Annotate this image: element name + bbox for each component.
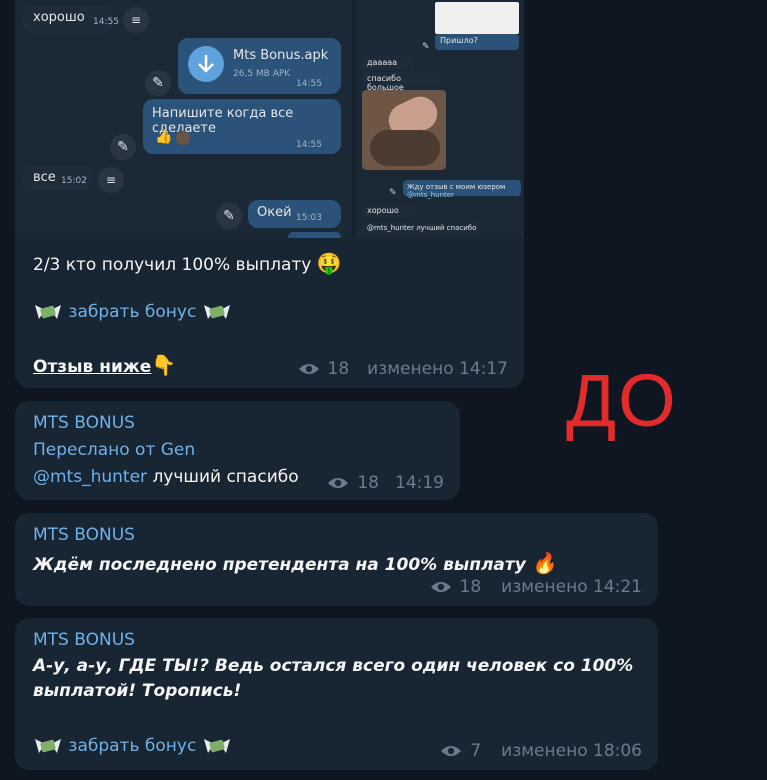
channel-post[interactable]: MTS BONUS А-у, а-у, ГДЕ ТЫ!? Ведь осталс… bbox=[15, 618, 658, 770]
menu-icon: ≡ bbox=[123, 7, 149, 33]
post-text: Ждём последнено претендента на 100% выпл… bbox=[33, 551, 557, 575]
edited-time: изменено 14:21 bbox=[501, 577, 642, 597]
post-meta: 18 14:19 bbox=[327, 473, 444, 493]
channel-post[interactable]: MTS BONUS Ждём последнено претендента на… bbox=[15, 513, 658, 606]
edited-time: изменено 14:17 bbox=[367, 359, 508, 379]
post-text: выплатой! Торопись! bbox=[33, 681, 242, 701]
post-time: 14:19 bbox=[395, 473, 444, 493]
chat-bubble: Напишите когда все сделаете 👍 14:55 bbox=[143, 99, 341, 154]
eye-icon bbox=[430, 580, 452, 594]
avatar bbox=[176, 131, 190, 145]
money-wings-icon bbox=[202, 735, 232, 757]
chat-bubble: хорошо 14:55 bbox=[23, 5, 119, 33]
chat-time: 15:03 bbox=[296, 213, 322, 223]
post-text: @mts_hunter лучший спасибо bbox=[33, 467, 299, 487]
review-link[interactable]: Отзыв ниже bbox=[33, 357, 151, 377]
thumbnail-image bbox=[435, 2, 519, 34]
channel-post[interactable]: MTS BONUS Переслано от Gen @mts_hunter л… bbox=[15, 401, 460, 500]
edited-time: изменено 18:06 bbox=[501, 741, 642, 761]
file-bubble: Mts Bonus.apk 26,5 MB APK 14:55 bbox=[178, 38, 341, 94]
post-text: 2/3 кто получил 100% выплату 🤑 bbox=[33, 251, 342, 275]
view-count: 7 bbox=[470, 741, 482, 761]
pointing-down-emoji: 👇 bbox=[151, 353, 177, 377]
bonus-link-row[interactable]: забрать бонус bbox=[33, 301, 232, 323]
chat-time: 14:55 bbox=[93, 17, 119, 27]
eye-icon bbox=[327, 476, 349, 490]
file-size: 26,5 MB APK bbox=[233, 69, 291, 79]
chat-text: Окей bbox=[257, 205, 292, 220]
chat-screenshot-right: Пришло? ✎ дааааа спасибо большое Жду отз… bbox=[356, 0, 524, 238]
money-wings-icon bbox=[33, 735, 63, 757]
overlay-label: ДО bbox=[566, 359, 678, 442]
chat-text: все bbox=[33, 170, 56, 185]
post-meta: 18 изменено 14:17 bbox=[298, 359, 508, 379]
chat-bubble: Пришло? bbox=[435, 34, 519, 50]
money-wings-icon bbox=[202, 301, 232, 323]
post-meta: 7 изменено 18:06 bbox=[440, 741, 642, 761]
chat-text: хорошо bbox=[367, 206, 399, 215]
bonus-link-row[interactable]: забрать бонус bbox=[33, 735, 232, 757]
chat-bubble: Жду отзыв с моим юзером @mts_hunter bbox=[403, 180, 521, 199]
pencil-icon: ✎ bbox=[145, 70, 171, 96]
chat-emoji: 👍 bbox=[155, 129, 173, 145]
view-count: 18 bbox=[357, 473, 379, 493]
download-icon bbox=[188, 46, 224, 82]
chat-bubble: @mts_hunter лучший спасибо bbox=[362, 222, 478, 236]
chat-bubble: хорошо bbox=[362, 204, 416, 218]
money-wings-icon bbox=[33, 301, 63, 323]
chat-text: Пришло? bbox=[440, 36, 478, 45]
chat-time: 15:02 bbox=[61, 176, 87, 186]
chat-time: 14:55 bbox=[296, 140, 322, 150]
chat-bubble: все 15:02 bbox=[23, 165, 93, 191]
chat-screenshot-left: хорошо 14:55 ≡ Mts Bonus.apk 26,5 MB APK… bbox=[15, 0, 352, 238]
menu-icon: ≡ bbox=[98, 167, 124, 193]
post-author[interactable]: MTS BONUS bbox=[33, 630, 135, 650]
file-time: 14:55 bbox=[296, 79, 322, 89]
photo-thumbnail[interactable] bbox=[362, 90, 446, 170]
post-text: А-у, а-у, ГДЕ ТЫ!? Ведь остался всего од… bbox=[33, 656, 634, 676]
user-mention[interactable]: @mts_hunter bbox=[33, 467, 147, 487]
eye-icon bbox=[298, 362, 320, 376]
chat-text: хорошо bbox=[33, 10, 85, 25]
chat-text: Жду отзыв с моим юзером @mts_hunter bbox=[407, 183, 506, 199]
chat-bubble: дааааа bbox=[362, 56, 414, 70]
view-count: 18 bbox=[327, 359, 350, 379]
review-link-row[interactable]: Отзыв ниже👇 bbox=[33, 353, 176, 377]
pencil-icon: ✎ bbox=[110, 134, 136, 160]
post-image-screenshots[interactable]: хорошо 14:55 ≡ Mts Bonus.apk 26,5 MB APK… bbox=[15, 0, 524, 238]
post-meta: 18 изменено 14:21 bbox=[430, 577, 642, 597]
chat-bubble: Окей 15:03 bbox=[248, 200, 341, 228]
pencil-icon: ✎ bbox=[216, 203, 242, 229]
pencil-icon: ✎ bbox=[389, 188, 397, 198]
channel-post[interactable]: 2/3 кто получил 100% выплату 🤑 забрать б… bbox=[15, 238, 524, 388]
bonus-link[interactable]: забрать бонус bbox=[68, 736, 196, 756]
post-author[interactable]: MTS BONUS bbox=[33, 525, 135, 545]
fire-emoji: 🔥 bbox=[531, 551, 557, 575]
post-author[interactable]: MTS BONUS bbox=[33, 413, 135, 433]
money-mouth-emoji: 🤑 bbox=[316, 251, 342, 275]
chat-bubble: спасибо большое bbox=[362, 72, 440, 92]
eye-icon bbox=[440, 744, 462, 758]
forwarded-from[interactable]: Переслано от Gen bbox=[33, 440, 195, 460]
view-count: 18 bbox=[459, 577, 482, 597]
bonus-link[interactable]: забрать бонус bbox=[68, 302, 196, 322]
pencil-icon: ✎ bbox=[422, 42, 430, 52]
chat-text: дааааа bbox=[367, 58, 398, 67]
chat-text: @mts_hunter лучший спасибо bbox=[367, 224, 477, 232]
file-name: Mts Bonus.apk bbox=[233, 48, 329, 63]
